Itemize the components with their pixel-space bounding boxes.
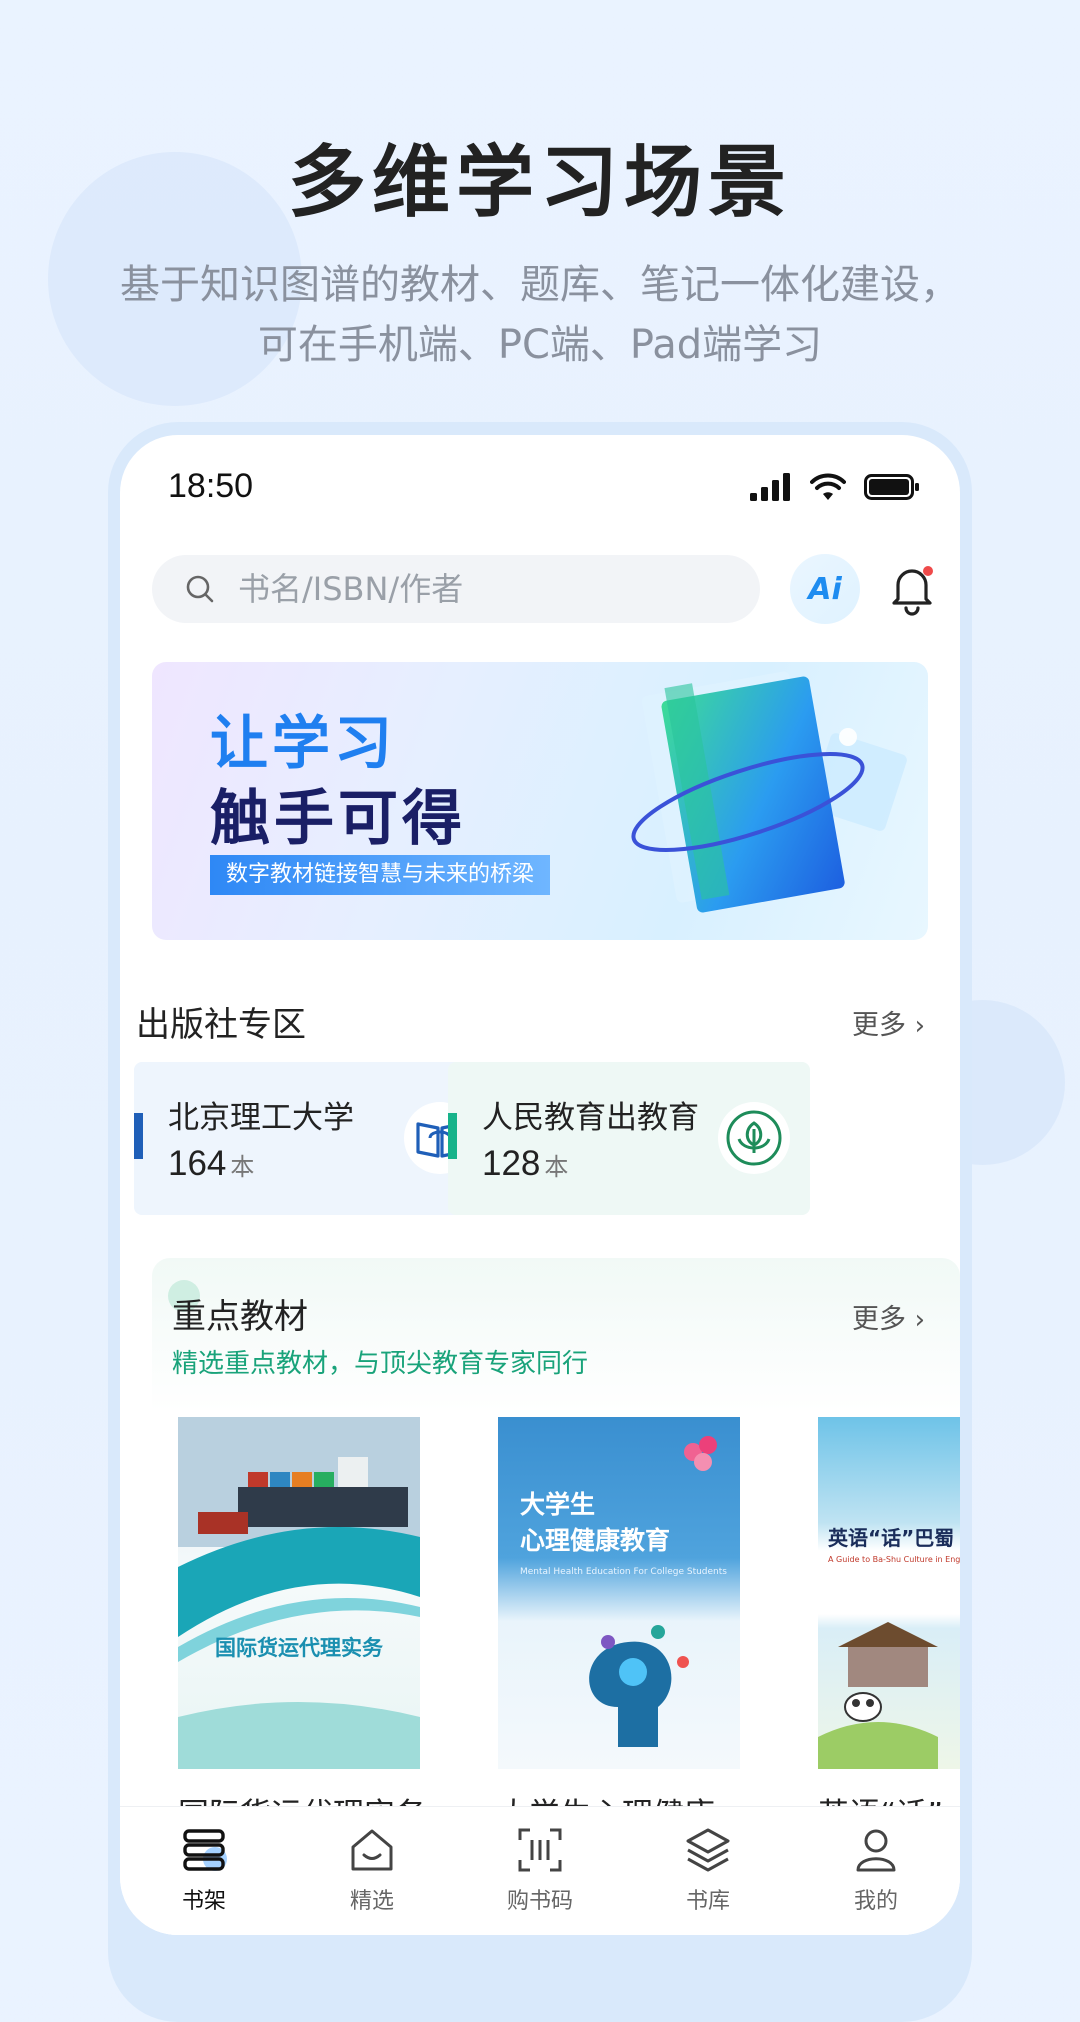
- banner-line1: 让学习: [210, 709, 397, 777]
- promo-subtitle-line1: 基于知识图谱的教材、题库、笔记一体化建设，: [120, 262, 960, 308]
- bell-icon: [892, 566, 933, 616]
- banner-book-illustration: [631, 671, 907, 913]
- publisher-card[interactable]: 人民教育出教育 128 本: [448, 1062, 810, 1215]
- cargo-ship-illustration: [178, 1417, 420, 1769]
- book-card[interactable]: 国际货运代理实务 国际货运代理实务: [178, 1417, 426, 1834]
- publishers-more-link[interactable]: 更多 ›: [852, 1003, 925, 1042]
- pavilion-panda-illustration: [818, 1622, 938, 1769]
- book-card[interactable]: 英语“话”巴蜀 A Guide to Ba-Shu Culture in Eng…: [818, 1417, 960, 1834]
- book-cover-title: 国际货运代理实务: [215, 1636, 383, 1660]
- search-icon: [186, 575, 214, 603]
- brain-head-illustration: [589, 1436, 717, 1747]
- status-icons: [750, 473, 920, 501]
- status-time: 18:50: [168, 467, 254, 505]
- promo-subtitle-line2: 可在手机端、PC端、Pad端学习: [257, 322, 823, 368]
- search-input[interactable]: [236, 569, 720, 609]
- featured-section-title: 重点教材: [172, 1297, 308, 1337]
- tab-label: 书架: [181, 1889, 226, 1914]
- bookshelf-icon: [183, 1829, 227, 1871]
- chevron-right-icon: ›: [914, 1011, 925, 1041]
- publisher-card[interactable]: 北京理工大学 164 本: [134, 1062, 496, 1215]
- publisher-count-unit: 本: [230, 1153, 255, 1181]
- chevron-right-icon: ›: [914, 1305, 925, 1335]
- smile-bag-icon: [351, 1829, 393, 1871]
- status-bar: 18:50: [168, 465, 920, 515]
- tab-bookshelf[interactable]: 书架: [120, 1807, 288, 1935]
- publisher-count-unit: 本: [544, 1153, 569, 1181]
- battery-icon: [864, 474, 919, 500]
- tab-mine[interactable]: 我的: [792, 1807, 960, 1935]
- publisher-count: 164 本: [168, 1144, 254, 1184]
- tab-label: 我的: [853, 1889, 898, 1914]
- promo-subtitle: 基于知识图谱的教材、题库、笔记一体化建设， 可在手机端、PC端、Pad端学习: [60, 255, 1020, 375]
- promo-title: 多维学习场景: [287, 138, 792, 228]
- search-bar[interactable]: [152, 555, 760, 623]
- app-screen: 18:50 Ai: [120, 435, 960, 1935]
- publisher-count: 128 本: [482, 1144, 568, 1184]
- book-card[interactable]: 大学生 心理健康教育 Mental Health Education For C…: [498, 1417, 745, 1834]
- book-cover: 英语“话”巴蜀 A Guide to Ba-Shu Culture in Eng…: [818, 1417, 960, 1769]
- bottom-tab-bar: 书架 精选 购书码 书库 我的: [120, 1806, 960, 1935]
- notification-button[interactable]: [884, 559, 940, 619]
- user-icon: [856, 1829, 896, 1872]
- scan-code-icon: [518, 1828, 562, 1872]
- more-label: 更多: [852, 1304, 906, 1335]
- publisher-name: 北京理工大学: [168, 1100, 354, 1136]
- layers-icon: [686, 1828, 730, 1872]
- publisher-accent-bar: [448, 1113, 457, 1159]
- tab-featured[interactable]: 精选: [288, 1807, 456, 1935]
- featured-more-link[interactable]: 更多 ›: [852, 1297, 925, 1336]
- more-label: 更多: [852, 1010, 906, 1041]
- banner-line2: 触手可得: [210, 784, 466, 854]
- ai-label: Ai: [808, 571, 842, 607]
- tab-label: 书库: [685, 1889, 730, 1914]
- publisher-logo: [718, 1102, 790, 1174]
- promo-banner[interactable]: 让学习 触手可得 数字教材链接智慧与未来的桥梁: [152, 662, 928, 940]
- ai-assistant-button[interactable]: Ai: [790, 554, 860, 624]
- publisher-accent-bar: [134, 1113, 143, 1159]
- publishers-section-title: 出版社专区: [136, 1005, 306, 1045]
- publisher-count-value: 128: [482, 1144, 541, 1183]
- leaf-seal-logo-icon: [726, 1110, 782, 1166]
- book-cover: 国际货运代理实务: [178, 1417, 420, 1769]
- publisher-count-value: 164: [168, 1144, 227, 1183]
- tab-library[interactable]: 书库: [624, 1807, 792, 1935]
- signal-icon: [750, 473, 790, 501]
- book-cover: 大学生 心理健康教育 Mental Health Education For C…: [498, 1417, 740, 1769]
- tab-label: 购书码: [506, 1889, 573, 1914]
- banner-tagline: 数字教材链接智慧与未来的桥梁: [210, 855, 551, 895]
- tab-book-code[interactable]: 购书码: [456, 1807, 624, 1935]
- wifi-icon: [810, 473, 846, 500]
- featured-description: 精选重点教材，与顶尖教育专家同行: [172, 1349, 589, 1379]
- tab-label: 精选: [349, 1889, 394, 1914]
- publisher-name: 人民教育出教育: [482, 1100, 699, 1136]
